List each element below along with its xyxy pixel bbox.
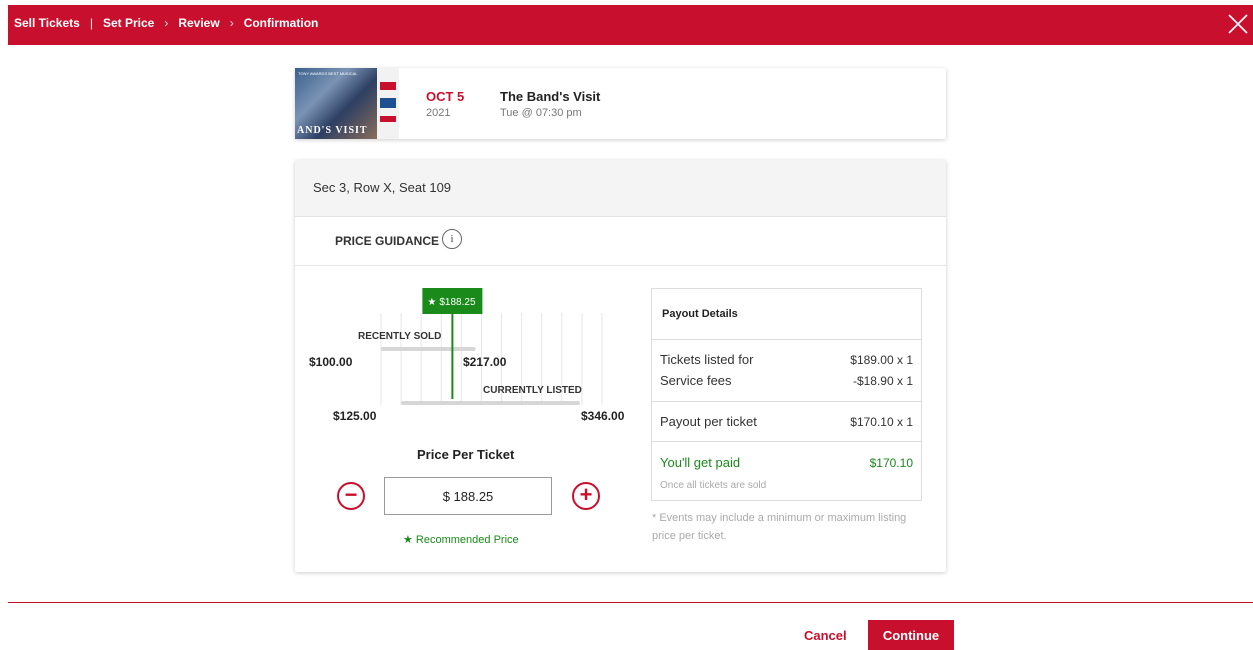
minus-icon: − — [344, 482, 358, 507]
crumb-sell-tickets[interactable]: Sell Tickets — [14, 16, 80, 30]
price-guidance-row: PRICE GUIDANCE i — [295, 217, 946, 266]
close-icon[interactable] — [1227, 13, 1249, 35]
footer-divider — [8, 602, 1253, 603]
payout-title: Payout Details — [662, 308, 738, 320]
currently-listed-min: $125.00 — [333, 409, 377, 423]
event-card: TONY AWARDS BEST MUSICAL AND'S VISIT OCT… — [295, 68, 946, 139]
service-fees-label: Service fees — [660, 373, 732, 388]
payout-per-ticket-section: Payout per ticket $170.10 x 1 — [652, 402, 921, 442]
service-fees-value: -$18.90 x 1 — [852, 374, 913, 388]
cancel-button[interactable]: Cancel — [804, 628, 847, 643]
seat-row: Sec 3, Row X, Seat 109 — [295, 160, 946, 217]
disclaimer: * Events may include a minimum or maximu… — [652, 512, 907, 542]
decrease-price-button[interactable]: − — [337, 482, 365, 510]
price-range-chart: RECENTLY SOLD $100.00 $217.00 CURRENTLY … — [309, 288, 625, 423]
crumb-set-price[interactable]: Set Price — [103, 16, 154, 30]
star-icon: ★ — [427, 297, 436, 308]
chevron-right-icon: › — [164, 16, 169, 30]
payout-per-ticket-label: Payout per ticket — [660, 414, 757, 429]
poster-sponsor-strip — [377, 68, 399, 139]
payout-per-ticket-value: $170.10 x 1 — [850, 415, 913, 429]
price-input[interactable] — [384, 477, 552, 515]
price-per-ticket-label: Price Per Ticket — [417, 447, 515, 462]
tickets-listed-value: $189.00 x 1 — [850, 353, 913, 367]
event-title: The Band's Visit — [500, 89, 601, 104]
poster-image: TONY AWARDS BEST MUSICAL AND'S VISIT — [295, 68, 377, 139]
continue-button[interactable]: Continue — [868, 620, 954, 650]
poster-title: AND'S VISIT — [297, 125, 368, 136]
seat-info: Sec 3, Row X, Seat 109 — [313, 180, 452, 195]
payout-listing-section: Tickets listed for $189.00 x 1 Service f… — [652, 340, 921, 402]
info-icon[interactable]: i — [442, 229, 462, 249]
recommended-price-tag-label: $188.25 — [439, 297, 476, 308]
top-bar: Sell Tickets | Set Price › Review › Conf… — [8, 5, 1253, 45]
payout-total-section: You'll get paid $170.10 Once all tickets… — [652, 442, 921, 500]
crumb-review[interactable]: Review — [178, 16, 219, 30]
recently-sold-bar — [381, 347, 476, 351]
poster-top-text: TONY AWARDS BEST MUSICAL — [298, 71, 358, 76]
youll-get-paid-label: You'll get paid — [660, 455, 741, 470]
recently-sold-max: $217.00 — [463, 355, 507, 369]
crumb-separator: | — [89, 16, 93, 30]
youll-get-paid-value: $170.10 — [869, 456, 913, 470]
breadcrumb: Sell Tickets | Set Price › Review › Conf… — [14, 16, 318, 30]
crumb-confirmation[interactable]: Confirmation — [244, 16, 319, 30]
paid-note: Once all tickets are sold — [660, 480, 767, 491]
event-poster: TONY AWARDS BEST MUSICAL AND'S VISIT — [295, 68, 399, 139]
recommended-price-note: ★ Recommended Price — [403, 534, 519, 546]
plus-icon: + — [579, 482, 593, 507]
event-date: OCT 5 — [426, 89, 465, 104]
currently-listed-max: $346.00 — [581, 409, 625, 423]
price-guidance-label: PRICE GUIDANCE — [335, 234, 440, 248]
event-year: 2021 — [426, 107, 451, 119]
pricing-panel: Sec 3, Row X, Seat 109 PRICE GUIDANCE i … — [295, 160, 946, 572]
recently-sold-min: $100.00 — [309, 355, 353, 369]
tickets-listed-label: Tickets listed for — [660, 352, 754, 367]
chevron-right-icon: › — [229, 16, 234, 30]
payout-details: Payout Details Tickets listed for $189.0… — [651, 288, 922, 501]
increase-price-button[interactable]: + — [572, 482, 600, 510]
currently-listed-label: CURRENTLY LISTED — [483, 385, 582, 396]
recently-sold-label: RECENTLY SOLD — [358, 331, 441, 342]
currently-listed-bar — [401, 401, 580, 405]
payout-header: Payout Details — [652, 289, 921, 340]
event-time: Tue @ 07:30 pm — [500, 107, 582, 119]
